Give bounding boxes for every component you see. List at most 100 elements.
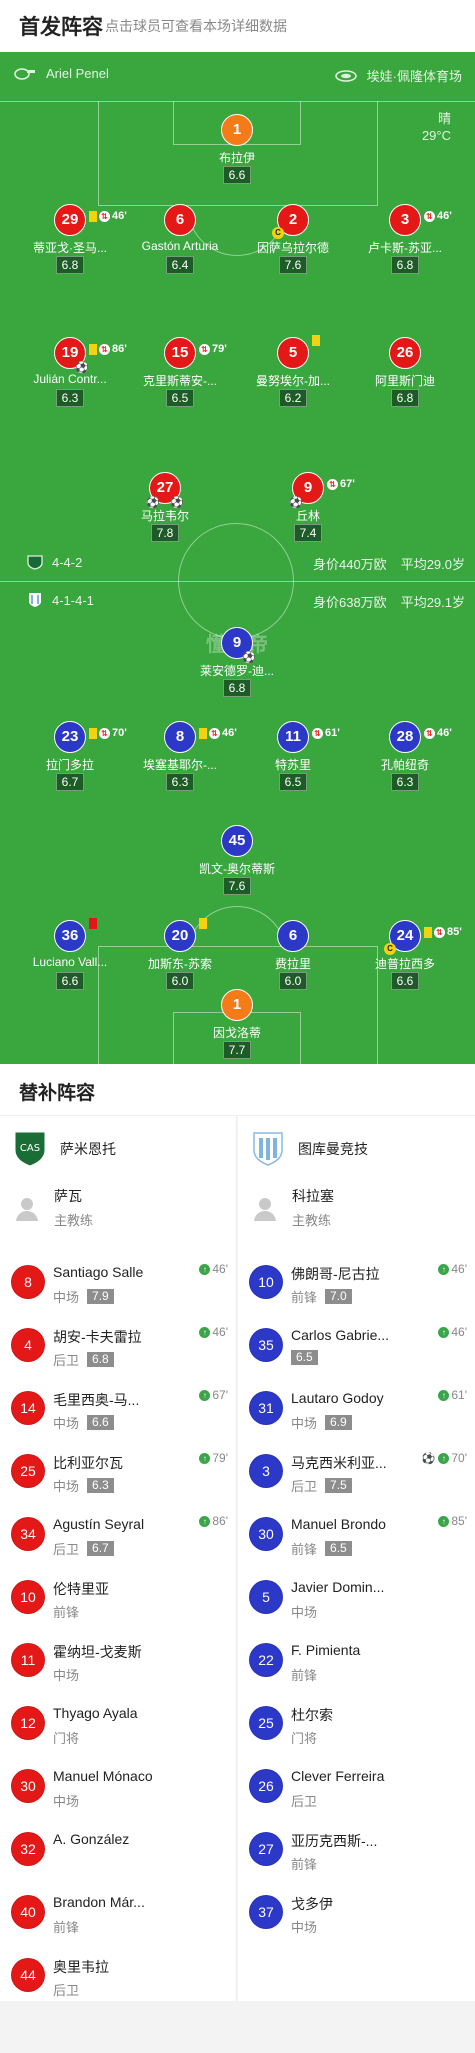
- away-team-logo: [253, 1132, 283, 1166]
- home-player[interactable]: 29 ⇅ 46' 蒂亚戈·圣马... 6.8: [10, 204, 130, 274]
- sub-player-position: 前锋 7.0: [291, 1287, 352, 1306]
- home-player[interactable]: 6 Gastón Arturia 6.4: [120, 204, 240, 274]
- player-events: [312, 335, 322, 346]
- sub-player-row[interactable]: 27 亚历克西斯-... 前锋: [238, 1819, 475, 1882]
- away-player[interactable]: 1 因戈洛蒂 7.7: [177, 989, 297, 1059]
- sub-player-name: Thyago Ayala: [53, 1705, 138, 1721]
- sub-player-row[interactable]: 44 奥里韦拉 后卫: [0, 1945, 236, 2008]
- sub-minute: 79': [212, 343, 227, 355]
- away-player[interactable]: 6 费拉里 6.0: [233, 920, 353, 990]
- sub-player-position: 中场 7.9: [53, 1287, 114, 1306]
- player-name: 凯文-奥尔蒂斯: [199, 862, 275, 875]
- player-rating: 6.3: [55, 389, 85, 407]
- yellow-card-icon: [312, 335, 320, 346]
- sub-player-row[interactable]: 32 A. González: [0, 1819, 236, 1882]
- player-name: 卢卡斯-苏亚...: [368, 241, 442, 254]
- sub-player-position: 中场: [53, 1665, 79, 1684]
- sub-player-position: 中场: [53, 1791, 79, 1810]
- sub-player-row[interactable]: 31 Lautaro Godoy 中场 6.9 ↑ 61': [238, 1378, 475, 1441]
- sub-in-icon: ↑: [438, 1452, 450, 1464]
- sub-out-icon: ⇅: [312, 728, 323, 739]
- jersey-number: 20: [164, 918, 207, 952]
- player-rating: 6.6: [55, 972, 85, 990]
- sub-out-icon: ⇅: [424, 211, 435, 222]
- sub-minute: 46': [437, 727, 452, 739]
- away-age-label: 平均29.1岁: [400, 595, 465, 610]
- away-player[interactable]: 9 ⚽ 莱安德罗-迪... 6.8: [177, 627, 297, 697]
- sub-out-icon: ⇅: [209, 728, 220, 739]
- position-label: 门将: [291, 1731, 318, 1746]
- sub-player-row[interactable]: 30 Manuel Mónaco 中场: [0, 1756, 236, 1819]
- sub-player-row[interactable]: 26 Clever Ferreira 后卫: [238, 1756, 475, 1819]
- away-player[interactable]: 28 ⇅ 46' 孔帕纽奇 6.3: [345, 721, 465, 791]
- jersey-number: 11 ⇅ 61': [277, 721, 340, 753]
- player-name: Gastón Arturia: [141, 239, 219, 253]
- jersey-number: 2C: [272, 204, 309, 239]
- sub-player-row[interactable]: 34 Agustín Seyral 后卫 6.7 ↑ 86': [0, 1504, 236, 1567]
- captain-icon: C: [384, 943, 396, 955]
- away-player[interactable]: 24 ⇅ 85' C 迪普拉西多 6.6: [345, 920, 465, 990]
- assist-icon: ⚽: [242, 652, 256, 664]
- sub-player-row[interactable]: 25 比利亚尔瓦 中场 6.3 ↑ 79': [0, 1441, 236, 1504]
- away-coach[interactable]: 科拉塞 主教练: [252, 1186, 334, 1229]
- sub-player-rating: 6.7: [87, 1541, 114, 1556]
- away-player[interactable]: 45 凯文-奥尔蒂斯 7.6: [177, 825, 297, 895]
- home-player[interactable]: 3 ⇅ 46' 卢卡斯-苏亚... 6.8: [345, 204, 465, 274]
- home-coach[interactable]: 萨瓦 主教练: [14, 1186, 93, 1229]
- sub-player-row[interactable]: 37 戈多伊 中场: [238, 1882, 475, 1945]
- home-player[interactable]: 2 C 因萨乌拉尔德 7.6: [233, 204, 353, 274]
- away-player[interactable]: 23 ⇅ 70' 拉门多拉 6.7: [10, 721, 130, 791]
- jersey-number: 9 ⚽: [221, 627, 256, 664]
- sub-player-rating: 7.9: [87, 1289, 114, 1304]
- sub-player-row[interactable]: 14 毛里西奥-马... 中场 6.6 ↑ 67': [0, 1378, 236, 1441]
- home-player[interactable]: 9 ⇅ 67' ⚽ 丘林 7.4: [248, 472, 368, 542]
- position-label: 中场: [53, 1416, 80, 1431]
- player-name: 加斯东-苏索: [148, 957, 212, 970]
- sub-player-row[interactable]: 30 Manuel Brondo 前锋 6.5 ↑ 85': [238, 1504, 475, 1567]
- away-player[interactable]: 20 加斯东-苏索 6.0: [120, 918, 240, 990]
- sub-player-row[interactable]: 25 杜尔索 门将: [238, 1693, 475, 1756]
- jersey-number: 27 ⚽ ⚽: [146, 472, 184, 509]
- player-name: Luciano Vall...: [32, 955, 108, 969]
- home-team[interactable]: CAS 萨米恩托: [12, 1130, 116, 1168]
- sub-player-row[interactable]: 40 Brandon Már... 前锋: [0, 1882, 236, 1945]
- jersey-number: 22: [249, 1643, 283, 1677]
- sub-player-row[interactable]: 8 Santiago Salle 中场 7.9 ↑ 46': [0, 1252, 236, 1315]
- sub-minute: 67': [340, 478, 355, 490]
- sub-player-row[interactable]: 11 霍纳坦-戈麦斯 中场: [0, 1630, 236, 1693]
- away-formation: 4-1-4-1: [26, 592, 94, 608]
- away-player[interactable]: 8 ⇅ 46' 埃塞基耶尔-... 6.3: [120, 721, 240, 791]
- sub-player-row[interactable]: 3 马克西米利亚... 后卫 7.5 ⚽ ↑ 70': [238, 1441, 475, 1504]
- sub-player-row[interactable]: 5 Javier Domin... 中场: [238, 1567, 475, 1630]
- sub-player-row[interactable]: 10 伦特里亚 前锋: [0, 1567, 236, 1630]
- referee-name: Ariel Penel: [46, 66, 109, 81]
- away-player[interactable]: 11 ⇅ 61' 特苏里 6.5: [233, 721, 353, 791]
- home-player[interactable]: 1 布拉伊 6.6: [177, 114, 297, 184]
- sub-player-row[interactable]: 35 Carlos Gabrie... 6.5 ↑ 46': [238, 1315, 475, 1378]
- sub-player-position: 后卫 6.8: [53, 1350, 114, 1369]
- sub-player-name: Santiago Salle: [53, 1264, 144, 1280]
- away-team[interactable]: 图库曼竞技: [250, 1130, 368, 1168]
- sub-in-minute-label: 46': [451, 1262, 467, 1276]
- sub-in-icon: ↑: [199, 1326, 211, 1338]
- sub-player-row[interactable]: 10 佛朗哥-尼古拉 前锋 7.0 ↑ 46': [238, 1252, 475, 1315]
- home-player[interactable]: 15 ⇅ 79' 克里斯蒂安-... 6.5: [120, 337, 240, 407]
- lineup-header: 首发阵容 点击球员可查看本场详细数据: [0, 0, 475, 52]
- jersey-number: 1: [221, 114, 253, 146]
- home-player[interactable]: 27 ⚽ ⚽ 马拉韦尔 7.8: [105, 472, 225, 542]
- away-player[interactable]: 36 Luciano Vall... 6.6: [10, 918, 130, 990]
- sub-player-row[interactable]: 4 胡安-卡夫雷拉 后卫 6.8 ↑ 46': [0, 1315, 236, 1378]
- player-rating: 6.3: [390, 773, 420, 791]
- sub-player-name: Lautaro Godoy: [291, 1390, 384, 1406]
- home-player[interactable]: 5 曼努埃尔-加... 6.2: [233, 335, 353, 407]
- home-player[interactable]: 19 ⇅ 86' ⚽ Julián Contr... 6.3: [10, 337, 130, 407]
- svg-text:CAS: CAS: [20, 1143, 40, 1154]
- sub-player-position: 前锋: [53, 1602, 79, 1621]
- sub-player-row[interactable]: 22 F. Pimienta 前锋: [238, 1630, 475, 1693]
- jersey-number: 12: [11, 1706, 45, 1740]
- sub-player-row[interactable]: 12 Thyago Ayala 门将: [0, 1693, 236, 1756]
- sub-player-name: 奥里韦拉: [53, 1959, 109, 1975]
- home-player[interactable]: 26 阿里斯门迪 6.8: [345, 337, 465, 407]
- sub-in-minute: ↑ 86': [199, 1514, 228, 1528]
- jersey-number: 27: [249, 1832, 283, 1866]
